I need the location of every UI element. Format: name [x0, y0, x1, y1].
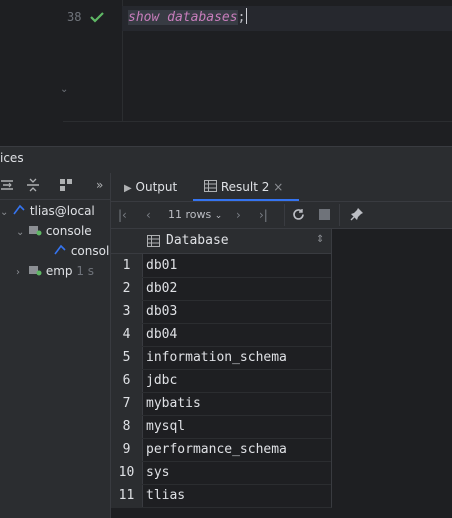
row-number: 9	[122, 442, 131, 457]
pin-icon[interactable]	[350, 204, 364, 226]
tree-item-console-leaf[interactable]: consol	[53, 241, 109, 261]
tree-item-label: console	[45, 224, 92, 238]
rows-count-label: 11 rows	[168, 208, 212, 221]
sort-icon[interactable]: ⇕	[316, 234, 324, 245]
console-icon	[29, 266, 42, 276]
grid-toolbar	[111, 202, 452, 229]
more-chevron-icon[interactable]: »	[96, 178, 103, 192]
refresh-icon[interactable]	[292, 204, 305, 226]
row-number: 7	[122, 396, 131, 411]
table-row[interactable]: 10 sys	[111, 461, 332, 485]
active-tab-indicator	[193, 199, 299, 201]
table-row[interactable]: 2 db02	[111, 277, 332, 301]
services-title: ices	[0, 151, 24, 165]
cell-value[interactable]: db04	[146, 323, 177, 346]
row-number: 11	[118, 488, 135, 503]
row-number: 8	[122, 419, 131, 434]
cell-value[interactable]: db02	[146, 277, 177, 300]
tree-toolbar	[0, 173, 110, 200]
table-row[interactable]: 11 tlias	[111, 484, 332, 508]
row-number: 4	[122, 327, 131, 342]
tab-result[interactable]: Result 2 ×	[204, 173, 283, 201]
row-number: 5	[122, 350, 131, 365]
execution-time: 1 s	[76, 264, 95, 278]
table-row[interactable]: 3 db03	[111, 300, 332, 324]
group-icon[interactable]	[59, 178, 73, 195]
row-number: 2	[122, 281, 131, 296]
connection-icon	[13, 204, 25, 215]
services-header	[0, 146, 452, 175]
text-caret	[246, 8, 248, 24]
cell-value[interactable]: mybatis	[146, 392, 201, 415]
tree-item-label: tlias@local	[29, 204, 95, 218]
row-number: 1	[122, 258, 131, 273]
table-row[interactable]: 7 mybatis	[111, 392, 332, 416]
table-row[interactable]: 9 performance_schema	[111, 438, 332, 462]
table-row[interactable]: 5 information_schema	[111, 346, 332, 370]
next-page-icon[interactable]: ›	[236, 204, 241, 226]
cell-value[interactable]: mysql	[146, 415, 185, 438]
editor-side-strip	[0, 0, 63, 146]
console-icon	[29, 226, 42, 236]
cell-value[interactable]: performance_schema	[146, 438, 287, 461]
check-icon	[90, 11, 104, 26]
tree-item-label: emp	[45, 264, 73, 278]
tab-label: Output	[135, 180, 178, 194]
fold-marker-icon: ⌄	[60, 84, 69, 95]
line-number: 38	[67, 10, 82, 24]
stop-icon[interactable]	[319, 204, 330, 226]
editor-bottom-area	[63, 121, 452, 147]
cell-value[interactable]: information_schema	[146, 346, 287, 369]
table-icon	[204, 180, 217, 192]
tab-output[interactable]: ▶ Output	[124, 173, 177, 201]
previous-page-icon[interactable]: ‹	[146, 204, 151, 226]
chevron-right-icon[interactable]: ›	[16, 263, 28, 283]
table-row[interactable]: 6 jdbc	[111, 369, 332, 393]
chevron-down-icon[interactable]: ⌄	[16, 223, 28, 243]
cell-value[interactable]: sys	[146, 461, 169, 484]
tree-item-connection[interactable]: ⌄ tlias@local	[0, 201, 95, 221]
column-icon	[147, 235, 160, 250]
cell-value[interactable]: db03	[146, 300, 177, 323]
row-number: 6	[122, 373, 131, 388]
row-number: 3	[122, 304, 131, 319]
cell-value[interactable]: tlias	[146, 484, 185, 507]
code-keyword: show databases	[128, 10, 238, 25]
tree-item-emp[interactable]: › emp 1 s	[16, 261, 94, 281]
expand-all-icon[interactable]	[0, 178, 14, 195]
table-row[interactable]: 1 db01	[111, 254, 332, 278]
tab-label: Result 2	[220, 180, 270, 194]
output-icon: ▶	[124, 183, 132, 194]
code-line[interactable]: show databases;	[128, 7, 248, 28]
toolbar-separator	[284, 204, 285, 226]
cell-value[interactable]: db01	[146, 254, 177, 277]
column-header-database[interactable]: Database	[166, 233, 229, 248]
chevron-down-icon[interactable]: ⌄	[0, 203, 12, 223]
chevron-down-icon: ⌄	[214, 211, 223, 221]
toolbar-separator	[339, 204, 340, 226]
cell-value[interactable]: jdbc	[146, 369, 177, 392]
table-row[interactable]: 4 db04	[111, 323, 332, 347]
code-semicolon: ;	[237, 10, 246, 25]
row-number: 10	[118, 465, 135, 480]
close-icon[interactable]: ×	[273, 180, 283, 194]
tree-item-label: consol	[70, 244, 110, 258]
collapse-all-icon[interactable]	[26, 178, 40, 195]
table-row[interactable]: 8 mysql	[111, 415, 332, 439]
last-page-icon[interactable]: ›|	[259, 204, 268, 226]
console-leaf-icon	[54, 244, 66, 255]
first-page-icon[interactable]: |‹	[118, 204, 127, 226]
rows-count-selector[interactable]: 11 rows ⌄	[168, 204, 222, 227]
tree-item-console[interactable]: ⌄ console	[16, 221, 92, 241]
